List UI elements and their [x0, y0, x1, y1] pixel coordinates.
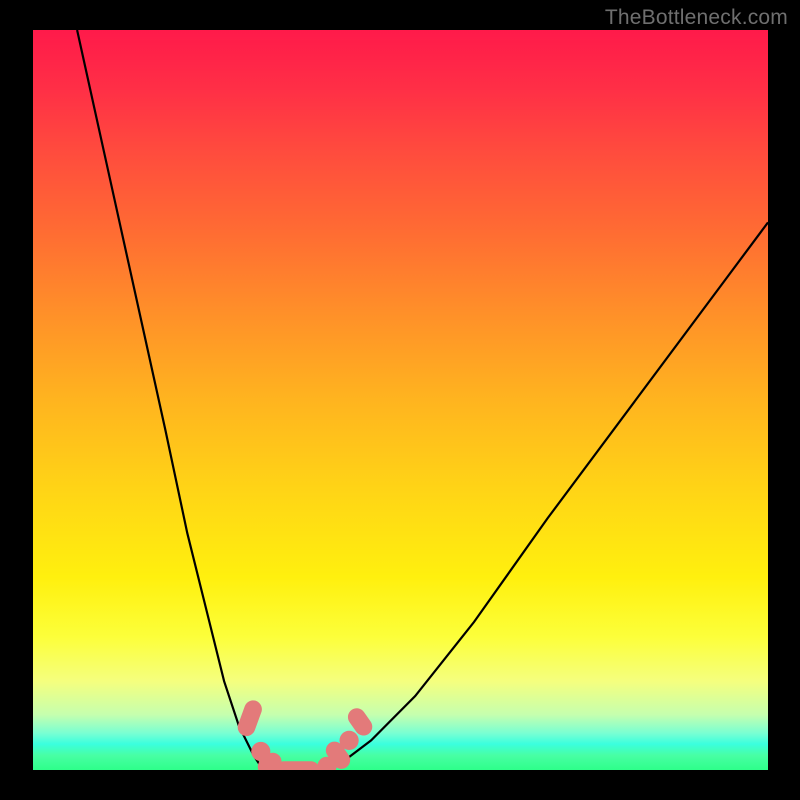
curve-left-branch	[77, 30, 268, 770]
marker-pill	[235, 698, 264, 739]
marker-dot	[340, 731, 359, 750]
curve-overlay	[33, 30, 768, 770]
chart-frame: TheBottleneck.com	[0, 0, 800, 800]
data-markers	[235, 698, 376, 770]
watermark-text: TheBottleneck.com	[605, 6, 788, 30]
curve-right-branch	[327, 222, 768, 770]
marker-pill	[276, 761, 320, 770]
plot-area	[33, 30, 768, 770]
